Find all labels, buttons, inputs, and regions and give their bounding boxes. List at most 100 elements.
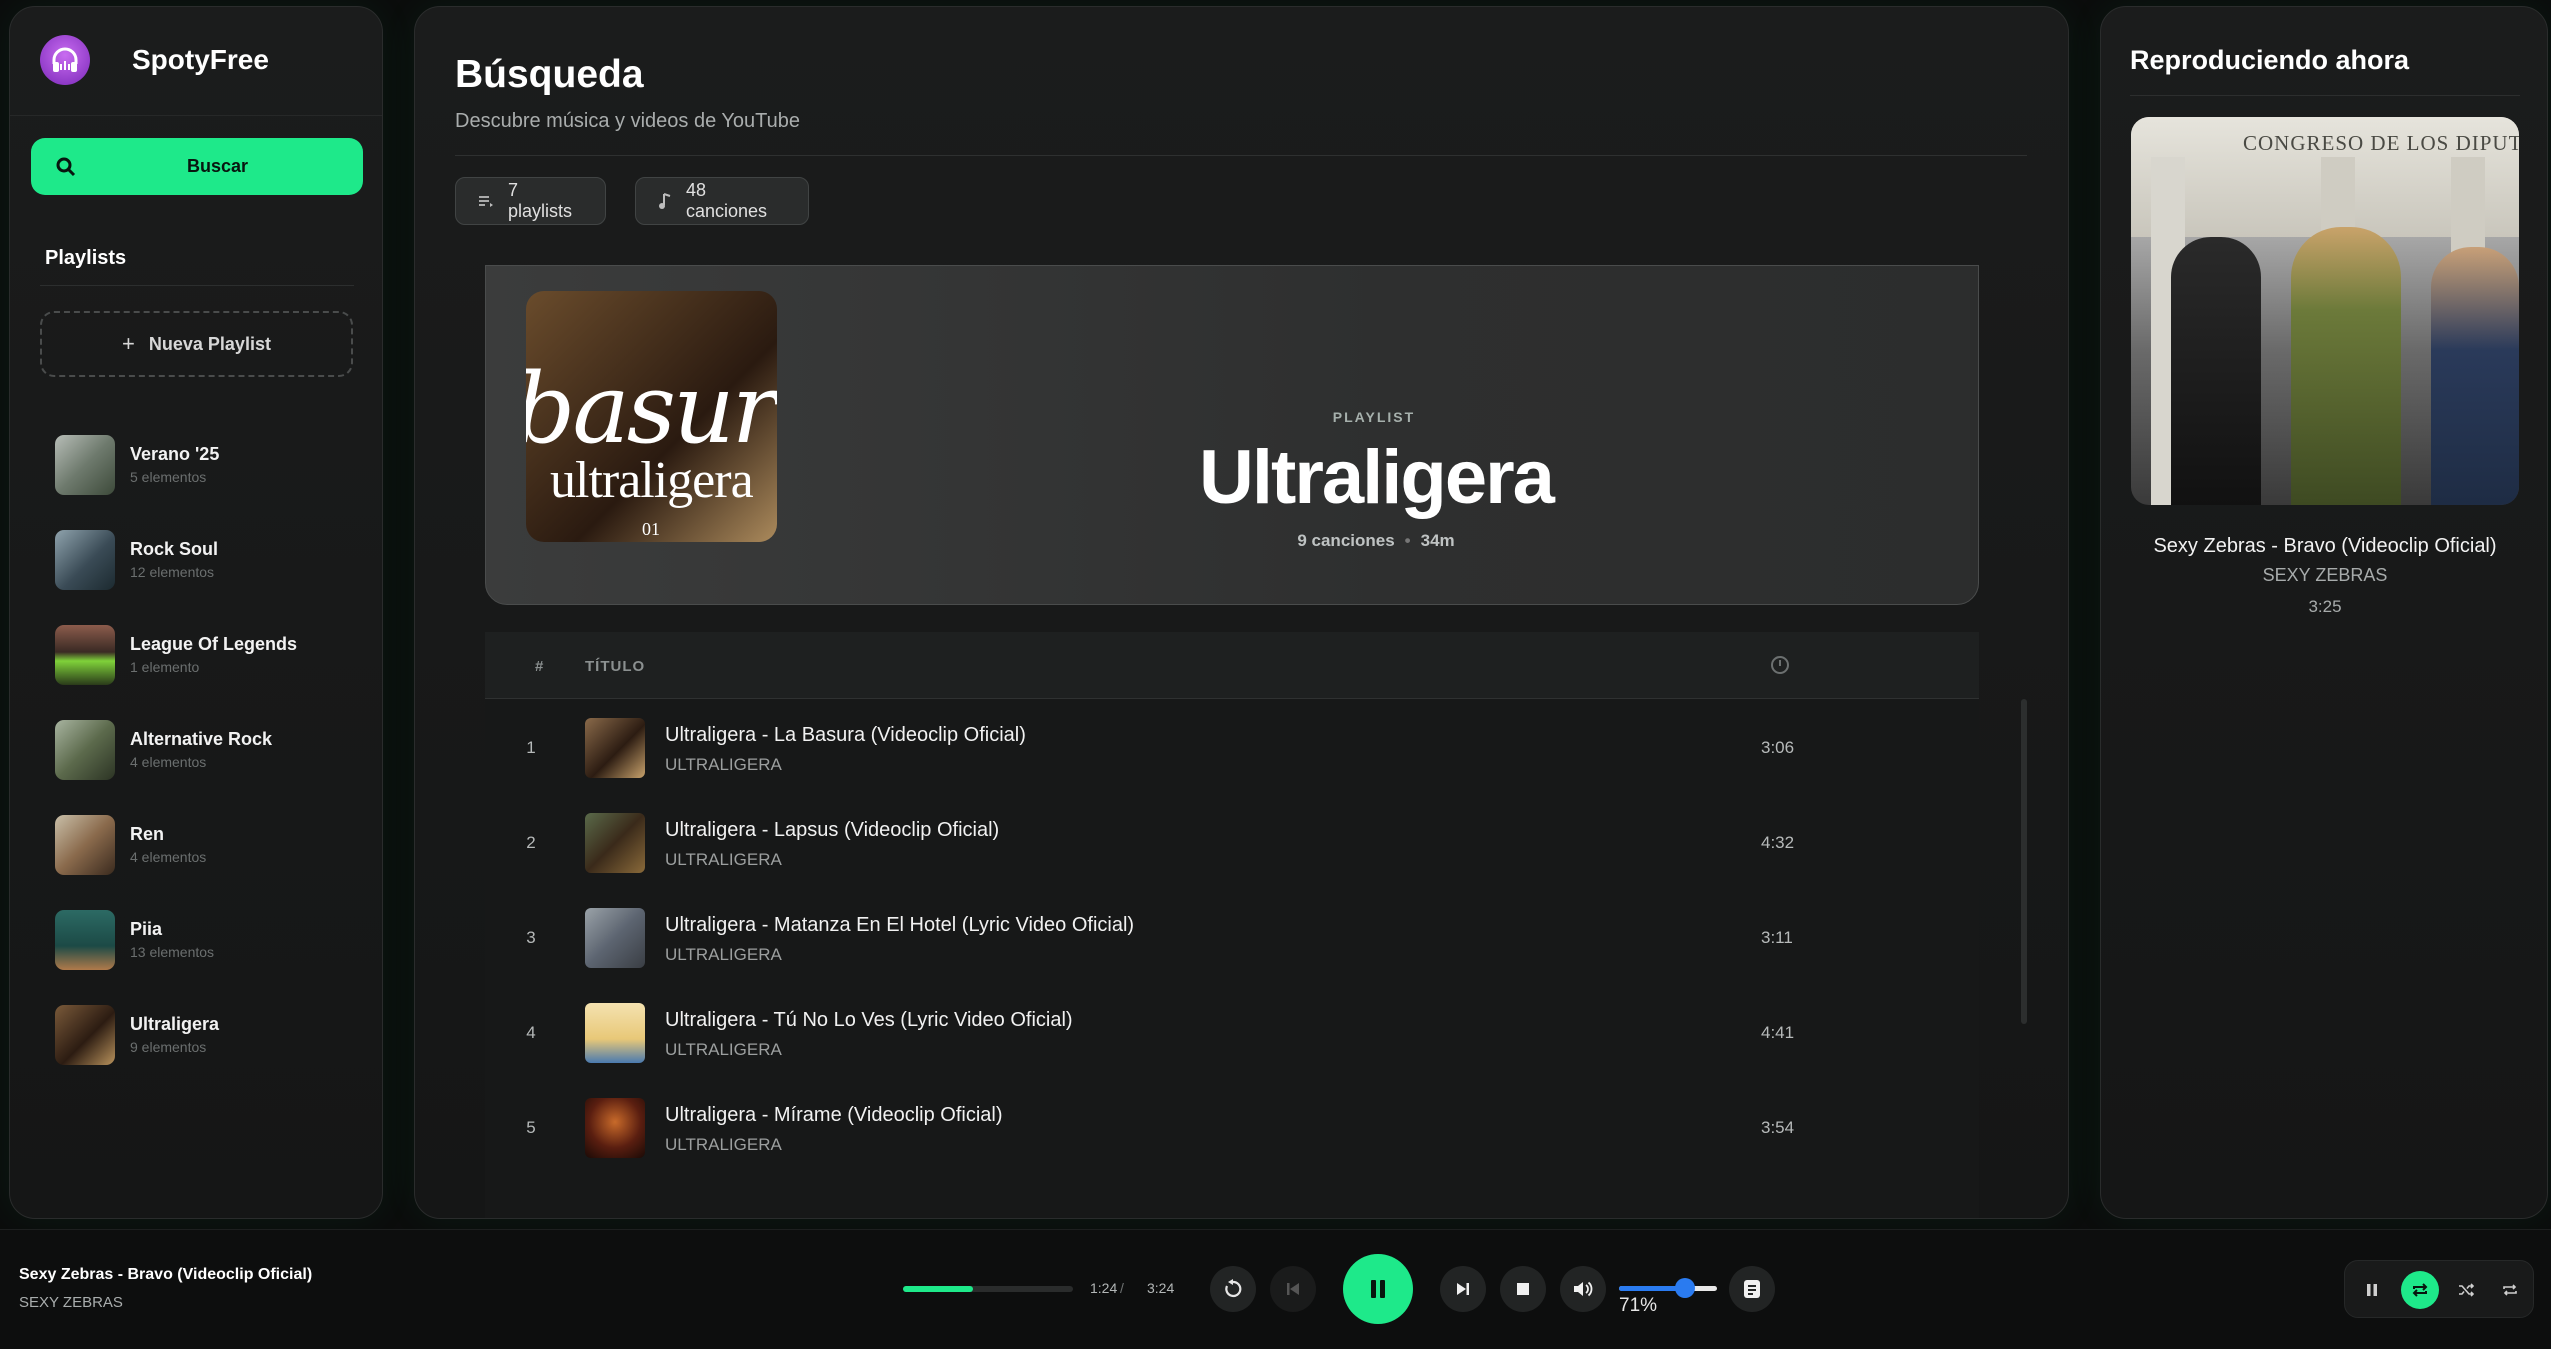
playlist-name: Rock Soul (130, 539, 219, 559)
playlist-count: 5 elementos (130, 469, 207, 485)
track-artist: ULTRALIGERA (665, 1135, 782, 1154)
playlist-count: 12 elementos (130, 564, 215, 580)
pause-button[interactable] (1343, 1254, 1413, 1324)
playback-mode-group (2344, 1260, 2534, 1318)
sidebar-item-ren[interactable]: Ren 4 elementos (55, 797, 365, 892)
divider (2130, 95, 2520, 96)
time-separator: / (1120, 1280, 1124, 1296)
volume-slider-handle[interactable] (1675, 1278, 1695, 1298)
new-playlist-label: Nueva Playlist (148, 333, 271, 354)
brand[interactable]: SpotyFree (40, 35, 269, 85)
lyrics-icon (1743, 1279, 1761, 1299)
hero-duration: 34m (1420, 531, 1455, 550)
next-button[interactable] (1440, 1266, 1486, 1312)
lyrics-button[interactable] (1729, 1266, 1775, 1312)
volume-button[interactable] (1560, 1266, 1606, 1312)
search-button-label: Buscar (187, 156, 249, 176)
sidebar: SpotyFree Buscar Playlists + Nueva Playl… (9, 6, 383, 1219)
replay-icon (1222, 1278, 1244, 1300)
table-row[interactable]: 3 Ultraligera - Matanza En El Hotel (Lyr… (485, 890, 1979, 985)
sidebar-item-piia[interactable]: Piia 13 elementos (55, 892, 365, 987)
plus-icon: + (122, 331, 135, 356)
replay-button[interactable] (1210, 1266, 1256, 1312)
previous-button[interactable] (1270, 1266, 1316, 1312)
divider (10, 115, 382, 116)
music-note-icon (658, 192, 672, 210)
track-artist: ULTRALIGERA (665, 755, 782, 774)
cover-text: ultraligera (550, 452, 754, 509)
player-artist: SEXY ZEBRAS (19, 1294, 123, 1311)
playlist-thumbnail (55, 1004, 115, 1065)
hero-meta: 9 canciones • 34m (1297, 531, 1455, 550)
skip-next-icon (1454, 1280, 1472, 1298)
column-header-number: # (535, 658, 545, 675)
songs-filter-chip[interactable]: 48 canciones (635, 177, 809, 225)
now-playing-duration: 3:25 (2308, 597, 2342, 616)
track-artist: ULTRALIGERA (665, 850, 782, 869)
track-title: Ultraligera - La Basura (Videoclip Ofici… (665, 724, 1026, 746)
playlist-name: Ultraligera (130, 1014, 220, 1034)
track-number: 5 (526, 1118, 536, 1137)
track-thumbnail (585, 1003, 645, 1063)
main-panel: Búsqueda Descubre música y videos de You… (414, 6, 2069, 1219)
track-artist: ULTRALIGERA (665, 1040, 782, 1059)
playlist-hero: basur ultraligera 01 PLAYLIST Ultraliger… (485, 265, 1979, 605)
playlist-count: 9 elementos (130, 1039, 207, 1055)
playlist-count: 13 elementos (130, 944, 215, 960)
playlists-filter-chip[interactable]: 7 playlists (455, 177, 606, 225)
table-row[interactable]: 4 Ultraligera - Tú No Lo Ves (Lyric Vide… (485, 985, 1979, 1080)
progress-bar[interactable] (903, 1286, 1073, 1292)
new-playlist-button[interactable]: + Nueva Playlist (40, 311, 353, 377)
sidebar-item-verano-25[interactable]: Verano '25 5 elementos (55, 417, 365, 512)
sidebar-item-ultraligera[interactable]: Ultraligera 9 elementos (55, 987, 365, 1082)
repeat-icon (2411, 1282, 2429, 1298)
hero-playlist-name: Ultraligera (1199, 435, 1555, 520)
playlists-heading: Playlists (45, 247, 127, 269)
playlist-count: 1 elemento (130, 659, 200, 675)
volume-percent: 71% (1619, 1295, 1658, 1316)
sidebar-item-league-of-legends[interactable]: League Of Legends 1 elemento (55, 607, 365, 702)
sidebar-item-alternative-rock[interactable]: Alternative Rock 4 elementos (55, 702, 365, 797)
shuffle-button[interactable] (2451, 1275, 2481, 1305)
search-icon (55, 156, 77, 178)
loop-icon (2502, 1283, 2518, 1297)
repeat-button[interactable] (2401, 1271, 2439, 1309)
volume-slider[interactable] (1619, 1286, 1717, 1291)
table-row[interactable]: 1 Ultraligera - La Basura (Videoclip Ofi… (485, 700, 1979, 795)
playlist-thumbnail (55, 529, 115, 590)
track-thumbnail (585, 908, 645, 968)
table-row[interactable]: 2 Ultraligera - Lapsus (Videoclip Oficia… (485, 795, 1979, 890)
playlist-thumbnail (55, 719, 115, 780)
now-playing-panel: Reproduciendo ahora CONGRESO DE LOS DIPU… (2100, 6, 2548, 1219)
cover-text: 01 (642, 519, 660, 539)
stop-button[interactable] (1500, 1266, 1546, 1312)
divider (40, 285, 354, 286)
track-duration: 4:32 (1761, 833, 1795, 852)
songs-chip-label: 48 canciones (686, 180, 768, 221)
pause-icon (1367, 1277, 1389, 1301)
loop-button[interactable] (2495, 1275, 2525, 1305)
track-number: 2 (526, 833, 536, 852)
playlist-name: League Of Legends (130, 634, 298, 654)
track-number: 4 (526, 1023, 536, 1042)
track-number: 3 (526, 928, 536, 947)
track-title: Ultraligera - Matanza En El Hotel (Lyric… (665, 914, 1135, 936)
scrollbar-thumb[interactable] (2021, 699, 2027, 1024)
current-time: 1:24 (1090, 1280, 1118, 1296)
track-thumbnail (585, 1098, 645, 1158)
hero-type-label: PLAYLIST (1332, 409, 1416, 425)
sidebar-item-rock-soul[interactable]: Rock Soul 12 elementos (55, 512, 365, 607)
playlists-chip-label: 7 playlists (508, 180, 573, 221)
divider (455, 155, 2027, 156)
mini-pause-button[interactable] (2357, 1275, 2387, 1305)
playlist-name: Verano '25 (130, 444, 220, 464)
playlist-name: Ren (130, 824, 165, 844)
now-playing-title: Reproduciendo ahora (2130, 45, 2410, 75)
search-button[interactable]: Buscar (31, 138, 363, 195)
cover-sign-text: CONGRESO DE LOS DIPUTAD (2243, 131, 2519, 155)
track-duration: 3:54 (1761, 1118, 1795, 1137)
playlist-thumbnail (55, 434, 115, 495)
skip-previous-icon (1284, 1280, 1302, 1298)
track-title: Ultraligera - Mírame (Videoclip Oficial) (665, 1104, 1003, 1126)
table-row[interactable]: 5 Ultraligera - Mírame (Videoclip Oficia… (485, 1080, 1979, 1175)
